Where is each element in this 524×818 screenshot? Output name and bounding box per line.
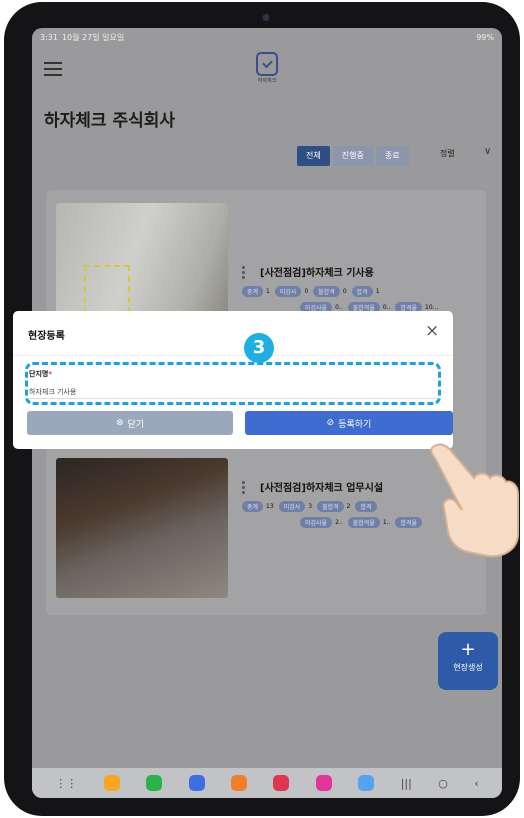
stat-uninspected: 미검사 3	[278, 501, 312, 512]
site-title: [사전점검]하자체크 기사용	[260, 268, 374, 279]
app-icon-folder[interactable]	[103, 775, 120, 791]
plus-icon: +	[460, 639, 476, 660]
tab-all[interactable]: 전체	[297, 146, 330, 166]
tab-ended[interactable]: 종료	[375, 146, 409, 166]
stat-pass: 합격	[355, 501, 379, 512]
app-icon-contacts[interactable]	[230, 775, 247, 791]
rates-row: 미검사율 2.. 불합격율 1.. 합격율	[300, 517, 425, 528]
app-icon-gallery[interactable]	[315, 775, 332, 791]
sort-select[interactable]: 정렬	[440, 148, 455, 159]
register-button-label: 등록하기	[338, 419, 372, 430]
more-vert-icon[interactable]	[242, 266, 245, 281]
create-site-button[interactable]: + 현장생성	[438, 632, 498, 690]
stat-fail: 불합격 0	[313, 286, 347, 297]
more-vert-icon[interactable]	[242, 481, 245, 496]
chevron-down-icon[interactable]: ∨	[484, 146, 491, 157]
close-circle-icon: ⊗	[115, 418, 124, 428]
pointing-hand-icon	[430, 443, 519, 558]
app-bar: 하자체크	[32, 48, 502, 98]
app-icon-messages[interactable]	[188, 775, 205, 791]
app-logo[interactable]: 하자체크	[256, 52, 278, 84]
stat-uninspected: 미검사 0	[274, 286, 308, 297]
site-photo-2[interactable]	[56, 458, 228, 598]
app-icon-video[interactable]	[273, 775, 290, 791]
recents-icon[interactable]: |||	[401, 777, 412, 790]
close-button-label: 닫기	[127, 419, 145, 430]
status-time: 3:31	[40, 32, 58, 42]
stats-row: 총계 1 미검사 0 불합격 0 합격 1	[242, 286, 380, 297]
status-filter-tabs: 전체 진행중 종료	[297, 146, 409, 166]
divider	[13, 355, 453, 356]
stat-total: 총계 1	[242, 286, 270, 297]
status-battery: 99%	[476, 32, 494, 42]
menu-icon[interactable]	[44, 62, 62, 76]
site-title: [사전점검]하자체크 업무시설	[260, 483, 384, 494]
checklist-icon	[256, 52, 278, 76]
back-icon[interactable]: ‹	[474, 777, 478, 790]
close-button[interactable]: ⊗ 닫기	[27, 411, 233, 435]
close-icon[interactable]: ×	[425, 321, 439, 341]
front-camera	[262, 14, 270, 21]
create-site-label: 현장생성	[453, 663, 483, 672]
stat-pass: 합격 1	[351, 286, 380, 297]
rate-uninspected: 미검사율 2..	[300, 517, 343, 528]
home-icon[interactable]: ○	[438, 777, 448, 790]
highlight-box	[25, 362, 441, 405]
check-circle-icon: ⊘	[326, 418, 335, 428]
logo-caption: 하자체크	[257, 78, 277, 84]
stat-fail: 불합격 2	[317, 501, 350, 512]
system-nav-bar: ⋮⋮ ||| ○ ‹	[32, 768, 502, 798]
rate-fail: 불합격율 1..	[347, 517, 390, 528]
status-bar: 3:31 10월 27일 일요일 99%	[32, 28, 502, 46]
app-icon-phone[interactable]	[146, 775, 163, 791]
stat-total: 총계 13	[242, 501, 274, 512]
app-drawer-icon[interactable]: ⋮⋮	[55, 777, 77, 790]
company-name: 하자체크 주식회사	[44, 111, 176, 131]
rate-pass: 합격율	[395, 517, 425, 528]
site-register-dialog: 현장등록 × 단지명* ⊗ 닫기 ⊘ 등록하기	[13, 311, 453, 449]
app-icon-play-store[interactable]	[358, 775, 375, 791]
status-date: 10월 27일 일요일	[61, 32, 125, 42]
register-button[interactable]: ⊘ 등록하기	[245, 411, 453, 435]
stats-row: 총계 13 미검사 3 불합격 2 합격	[242, 501, 380, 512]
tab-in-progress[interactable]: 진행중	[332, 146, 373, 166]
step-badge: 3	[244, 333, 274, 363]
dialog-title: 현장등록	[28, 331, 65, 342]
